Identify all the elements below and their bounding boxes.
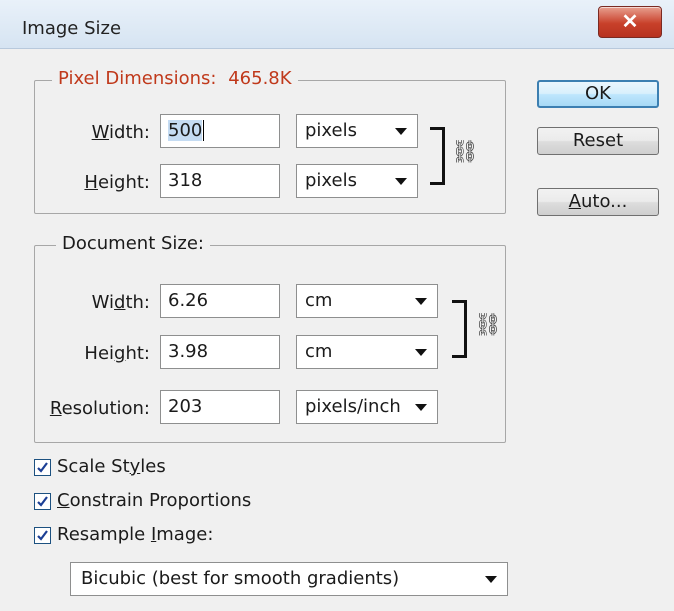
close-icon: ✕ bbox=[621, 11, 639, 33]
close-button[interactable]: ✕ bbox=[598, 6, 662, 38]
scale-styles-label[interactable]: Scale Styles bbox=[57, 456, 166, 477]
pixel-height-input[interactable]: 318 bbox=[160, 164, 280, 198]
chevron-down-icon bbox=[395, 178, 407, 185]
chevron-down-icon bbox=[415, 404, 427, 411]
pixel-height-unit: pixels bbox=[305, 170, 357, 191]
doc-height-label: Height: bbox=[84, 343, 150, 364]
pixel-link-bracket bbox=[430, 127, 445, 185]
pixel-height-unit-select[interactable]: pixels bbox=[296, 164, 418, 198]
doc-width-label: Width: bbox=[91, 292, 150, 313]
ok-button[interactable]: OK bbox=[537, 80, 659, 108]
resolution-unit-select[interactable]: pixels/inch bbox=[296, 390, 438, 424]
image-size-dialog: Image Size ✕ Pixel Dimensions: 465.8K Wi… bbox=[0, 0, 674, 611]
pixel-dimensions-size: 465.8K bbox=[228, 68, 292, 89]
pixel-width-label: Width: bbox=[91, 122, 150, 143]
pixel-width-input[interactable]: 500 bbox=[160, 114, 280, 148]
pixel-width-value: 500 bbox=[168, 120, 203, 141]
pixel-width-unit: pixels bbox=[305, 120, 357, 141]
auto-button[interactable]: Auto... bbox=[537, 188, 659, 216]
doc-link-bracket bbox=[452, 300, 467, 358]
pixel-height-label: Height: bbox=[84, 172, 150, 193]
checkmark-icon bbox=[37, 462, 48, 473]
checkmark-icon bbox=[37, 496, 48, 507]
title-bar[interactable]: Image Size ✕ bbox=[0, 0, 674, 49]
chain-link-icon[interactable]: ⛓ bbox=[451, 140, 479, 165]
constrain-proportions-checkbox[interactable] bbox=[34, 493, 51, 510]
chevron-down-icon bbox=[415, 298, 427, 305]
scale-styles-checkbox[interactable] bbox=[34, 459, 51, 476]
window-title: Image Size bbox=[22, 18, 122, 39]
doc-width-input[interactable]: 6.26 bbox=[160, 284, 280, 318]
doc-width-unit: cm bbox=[305, 290, 333, 311]
resolution-label: Resolution: bbox=[49, 398, 150, 419]
resolution-input[interactable]: 203 bbox=[160, 390, 280, 424]
pixel-dimensions-label: Pixel Dimensions: bbox=[58, 68, 217, 89]
resample-image-checkbox[interactable] bbox=[34, 527, 51, 544]
resample-method-value: Bicubic (best for smooth gradients) bbox=[81, 568, 400, 589]
chain-link-icon[interactable]: ⛓ bbox=[474, 313, 502, 338]
pixel-dimensions-legend: Pixel Dimensions: 465.8K bbox=[52, 68, 298, 89]
resolution-unit: pixels/inch bbox=[305, 396, 401, 417]
reset-button[interactable]: Reset bbox=[537, 127, 659, 155]
chevron-down-icon bbox=[415, 349, 427, 356]
resample-method-select[interactable]: Bicubic (best for smooth gradients) bbox=[70, 562, 508, 596]
doc-height-input[interactable]: 3.98 bbox=[160, 335, 280, 369]
doc-height-unit: cm bbox=[305, 341, 333, 362]
checkmark-icon bbox=[37, 530, 48, 541]
constrain-proportions-label[interactable]: Constrain Proportions bbox=[57, 490, 251, 511]
doc-height-unit-select[interactable]: cm bbox=[296, 335, 438, 369]
chevron-down-icon bbox=[485, 576, 497, 583]
resample-image-label[interactable]: Resample Image: bbox=[57, 524, 213, 545]
pixel-width-unit-select[interactable]: pixels bbox=[296, 114, 418, 148]
chevron-down-icon bbox=[395, 128, 407, 135]
document-size-legend: Document Size: bbox=[56, 233, 210, 254]
doc-width-unit-select[interactable]: cm bbox=[296, 284, 438, 318]
